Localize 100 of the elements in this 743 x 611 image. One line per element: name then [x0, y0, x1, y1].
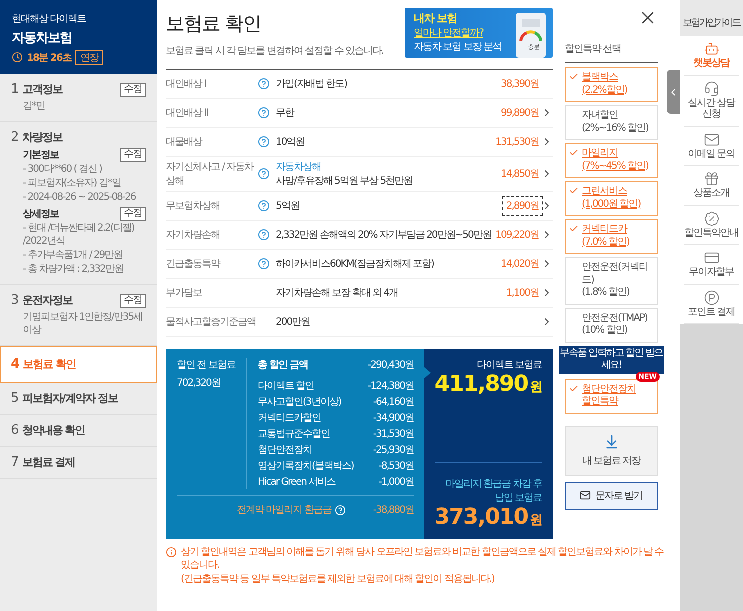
step-item[interactable]: 1 고객정보 수정 김*민 [0, 74, 157, 122]
clock-icon [12, 52, 23, 63]
coverage-value: 10억원 [276, 136, 306, 149]
step-title: 7 보험료 결제 [11, 455, 76, 470]
detail-line: 기명피보험자 1인한정/만35세이상 [23, 311, 144, 337]
guide-link[interactable]: 할인특약안내 [684, 206, 739, 245]
coverage-name: 물적사고할증기준금액 [166, 316, 257, 329]
brand-name: 현대해상 다이렉트 [12, 13, 88, 26]
coverage-value: 자기차량손해 보장 확대 외 4개 [276, 287, 400, 300]
discount-amount: -25,930원 [373, 444, 414, 457]
discount-amount: -34,900원 [373, 412, 414, 425]
save-premium-button[interactable]: 내 보험료 저장 [565, 426, 658, 476]
discount-option[interactable]: 안전운전(TMAP) (10% 할인) [565, 308, 658, 342]
total-discount-amount: -290,430원 [368, 359, 414, 372]
discount-option[interactable]: 안전운전(커넥티드) (1.8% 할인) [565, 257, 658, 304]
coverage-row[interactable]: 자기차량손해 2,332만원 손해액의 20% 자기부담금 20만원~50만원 109,220원 [166, 221, 553, 250]
sms-button[interactable]: 문자로 받기 [565, 482, 658, 510]
discount-label: 교통법규준수할인 [258, 428, 330, 441]
edit-button[interactable]: 수정 [120, 82, 146, 96]
coverage-value: 가입(자배법 한도) [276, 78, 348, 91]
download-icon [604, 434, 620, 450]
coverage-name: 대인배상 I [166, 78, 208, 91]
check-icon [569, 384, 579, 394]
coverage-row[interactable]: 부가담보 자기차량손해 보장 확대 외 4개 1,100원 [166, 279, 553, 308]
help-icon[interactable] [258, 107, 270, 119]
phone-gauge-drawing [515, 11, 547, 58]
discount-label: 영상기록장치(블랙박스) [258, 460, 354, 473]
coverage-value: 무한 [276, 107, 296, 120]
before-discount-label: 할인 전 보험료 [177, 359, 237, 372]
discount-amount: -8,530원 [378, 460, 414, 473]
tooltip: 부속품 입력하고 할인 받으세요! [559, 346, 664, 374]
coverage-row[interactable]: 물적사고할증기준금액 200만원 [166, 308, 553, 337]
coverage-value: 200만원 [276, 316, 312, 329]
final-premium-label: 납입 보험료 [494, 492, 542, 505]
coverage-subtype: 자동차상해 [276, 161, 322, 174]
discount-section-title: 할인특약 선택 [565, 42, 658, 63]
discount-label: 커넥티드카할인 [258, 412, 321, 425]
check-icon [569, 186, 579, 196]
discount-option[interactable]: 자녀할인 (2%~16% 할인) [565, 105, 658, 140]
notice-text: 상기 할인내역은 고객님의 이해를 돕기 위해 당사 오프라인 보험료와 비교한 할인금액으로 실제 할인보험료와 차이가 날 수 있습니다. [181, 546, 665, 572]
guide-title: 보험가입가이드 [680, 0, 743, 36]
help-icon[interactable] [258, 200, 270, 212]
help-icon[interactable] [258, 229, 270, 241]
detail-line: - 피보험자(소유자) 김*일 [23, 177, 122, 190]
check-icon [569, 148, 579, 158]
check-icon [569, 224, 579, 234]
pointer-triangle [424, 367, 431, 379]
help-icon[interactable] [258, 136, 270, 148]
coverage-name: 긴급출동특약 [166, 258, 222, 271]
mileage-refund-label: 전계약 마일리지 환급금 [237, 504, 332, 517]
guide-link[interactable]: 이메일 문의 [684, 126, 739, 166]
detail-line: - 현대 /더뉴싼타페 2.2(디젤) /2022년식 [23, 222, 136, 248]
step-title: 2 차량정보 [11, 130, 62, 145]
coverage-row[interactable]: 대물배상 10억원 131,530원 [166, 128, 553, 157]
coverage-name: 대물배상 [166, 136, 204, 149]
detail-line: - 추가부속품1개 / 29만원 [23, 249, 124, 262]
percent-badge-icon [704, 210, 720, 226]
help-icon[interactable] [258, 78, 270, 90]
guide-link[interactable]: 무이자할부 [684, 245, 739, 284]
guide-link[interactable]: 실시간 상담신청 [684, 76, 739, 126]
coverage-value: 사망/후유장해 5억원 부상 5천만원 [276, 175, 414, 188]
final-premium-label: 마일리지 환급금 차감 후 [445, 478, 542, 491]
info-icon [166, 547, 177, 558]
discount-label: 다이렉트 할인 [258, 380, 314, 393]
direct-premium-amount: 411,890원 [434, 372, 542, 397]
banner-caption: 자동차 보험 보장 분석 [414, 41, 502, 54]
guide-link[interactable]: 상품소개 [684, 166, 739, 206]
envelope-icon [580, 490, 592, 501]
check-icon [569, 72, 579, 82]
coverage-name: 무보험차상해 [166, 200, 221, 213]
coverage-name: 자기신체사고 / 자동차상해 [166, 161, 256, 188]
step-title: 1 고객정보 [11, 82, 62, 97]
coverage-row[interactable]: 무보험차상해 5억원 2,890원 [166, 192, 553, 221]
parking-circle-icon [704, 290, 720, 306]
coverage-row[interactable]: 대인배상 I 가입(자배법 한도) 38,390원 [166, 70, 553, 99]
session-timer: 18분 26초 [27, 52, 72, 64]
edit-button[interactable]: 수정 [120, 207, 146, 221]
step-title: 6 청약내용 확인 [11, 423, 86, 438]
edit-button[interactable]: 수정 [120, 294, 146, 308]
discount-label: 첨단안전장치 [258, 444, 312, 457]
edit-button[interactable]: 수정 [120, 148, 146, 162]
help-icon[interactable] [258, 258, 270, 270]
step-title: 4 보험료 확인 [11, 357, 76, 372]
robot-icon [704, 41, 720, 57]
credit-card-icon [704, 250, 720, 266]
help-icon[interactable] [258, 168, 270, 180]
coverage-row[interactable]: 대인배상 II 무한 99,890원 [166, 99, 553, 128]
coverage-name: 대인배상 II [166, 107, 210, 120]
coverage-name: 부가담보 [166, 287, 204, 300]
mileage-refund-amount: -38,880원 [373, 504, 414, 517]
step-title: 3 운전자정보 [11, 293, 72, 308]
coverage-value: 5억원 [276, 200, 300, 213]
discount-label: Hicar Green 서비스 [258, 476, 336, 489]
guide-link[interactable]: 포인트 결제 [684, 284, 739, 324]
product-name: 자동차보험 [12, 30, 73, 47]
coverage-value: 하이카서비스60KM(잠금장치해제 포함) [276, 258, 435, 271]
coverage-row[interactable]: 긴급출동특약 하이카서비스60KM(잠금장치해제 포함) 14,020원 [166, 250, 553, 279]
extend-button[interactable]: 연장 [75, 50, 104, 65]
envelope-icon [704, 132, 720, 148]
coverage-row[interactable]: 자기신체사고 / 자동차상해 자동차상해 사망/후유장해 5억원 부상 5천만원 14,850원 [166, 157, 553, 192]
